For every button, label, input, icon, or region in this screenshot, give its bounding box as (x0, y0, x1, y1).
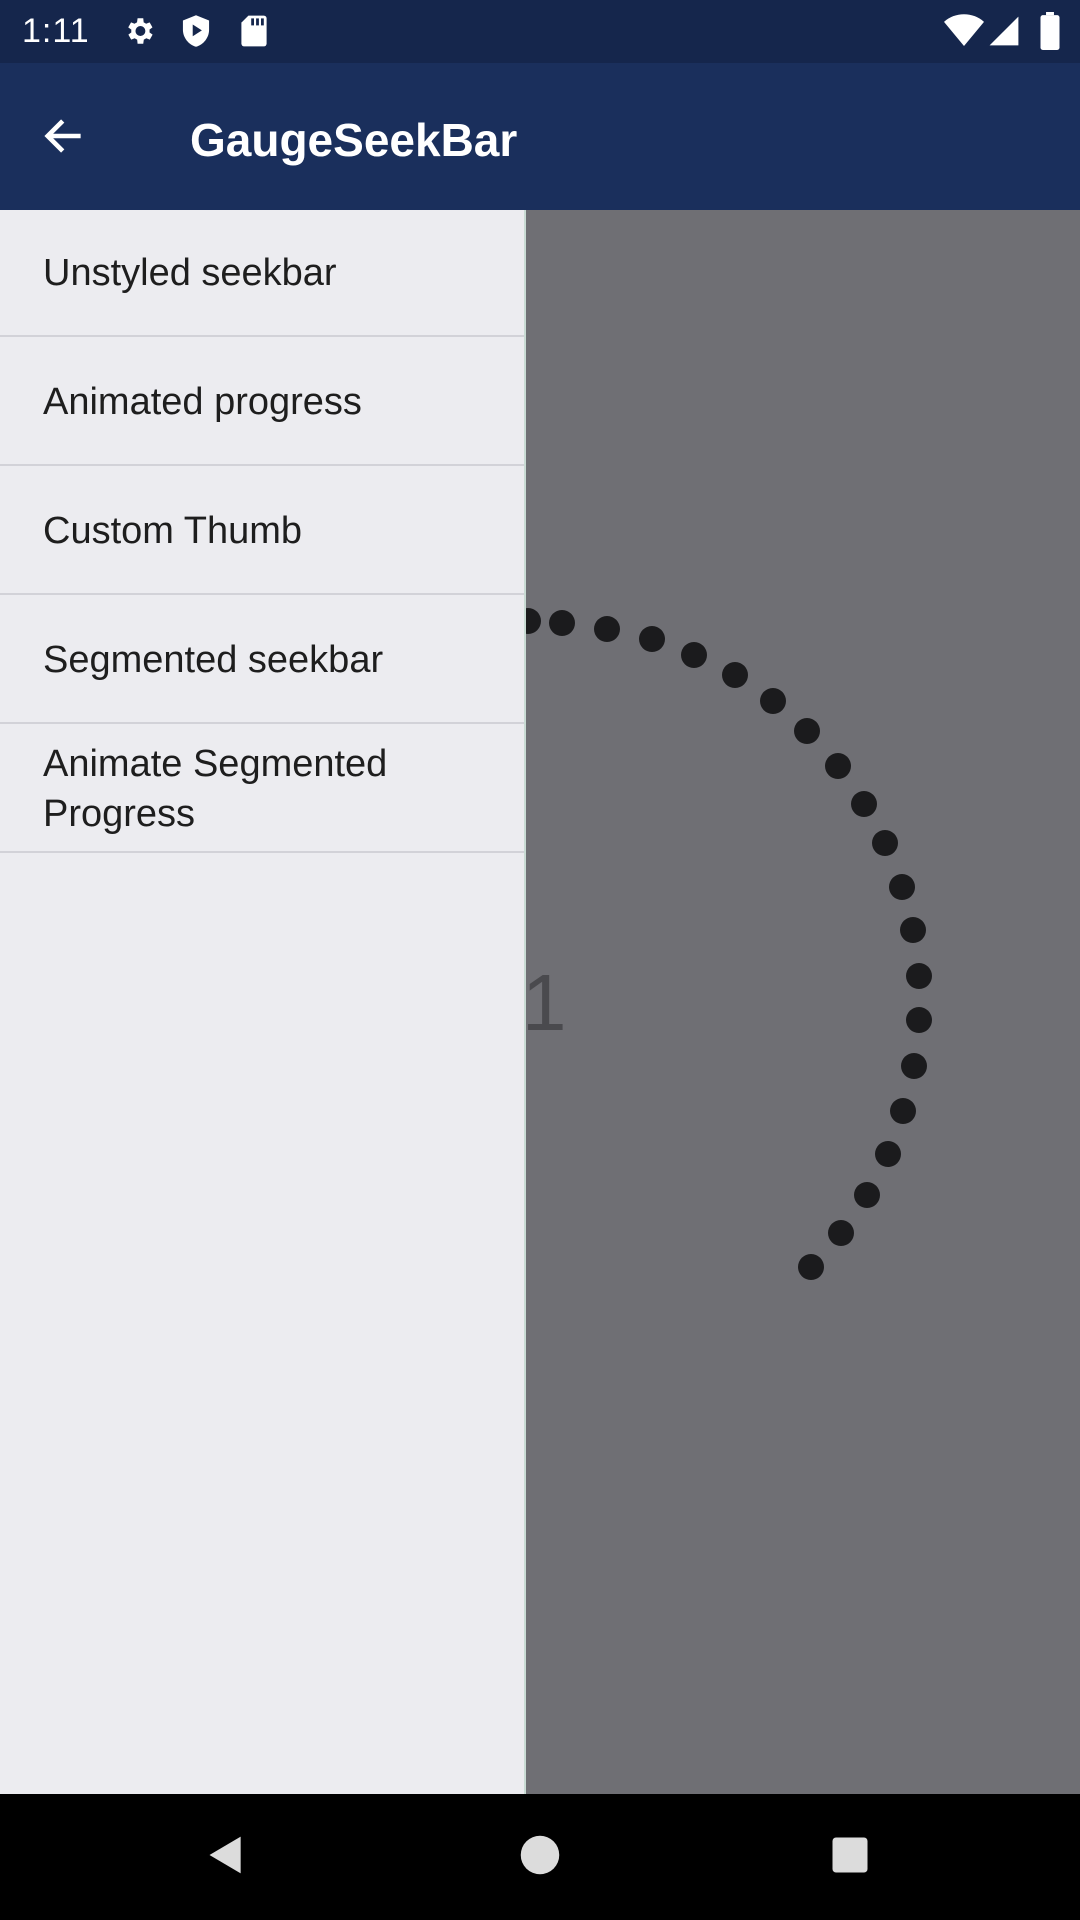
sd-card-icon (240, 14, 268, 53)
drawer-item-label: Custom Thumb (43, 509, 303, 552)
gauge-dot (825, 753, 851, 779)
gauge-dot (639, 626, 665, 652)
drawer-item-animate-segmented-progress[interactable]: Animate Segmented Progress (0, 726, 524, 853)
status-bar: 1:11 (0, 0, 1080, 63)
system-nav-bar (0, 1794, 1080, 1920)
status-time: 1:11 (22, 12, 90, 50)
home-circle-icon (519, 1834, 561, 1881)
back-button[interactable] (30, 105, 96, 171)
drawer-item-label: Segmented seekbar (43, 638, 384, 681)
gauge-dot (900, 917, 926, 943)
gear-icon (122, 14, 156, 53)
gauge-value: 1 (522, 958, 567, 1047)
gauge-dot (794, 718, 820, 744)
drawer-item-unstyled-seekbar[interactable]: Unstyled seekbar (0, 210, 524, 337)
arrow-back-icon (40, 113, 86, 164)
drawer-item-segmented-seekbar[interactable]: Segmented seekbar (0, 597, 524, 724)
gauge-dot (906, 1007, 932, 1033)
gauge-dot (722, 662, 748, 688)
recents-square-icon (829, 1834, 871, 1881)
back-triangle-icon (204, 1833, 248, 1882)
gauge-dot (798, 1254, 824, 1280)
gauge-dot (828, 1220, 854, 1246)
wifi-icon (944, 14, 984, 53)
app-title: GaugeSeekBar (190, 114, 518, 166)
drawer-item-label: Animated progress (43, 380, 362, 423)
gauge-dot (901, 1053, 927, 1079)
drawer-item-custom-thumb[interactable]: Custom Thumb (0, 468, 524, 595)
gauge-dot (889, 874, 915, 900)
gauge-dot (851, 791, 877, 817)
gauge-dot (890, 1098, 916, 1124)
drawer-item-label: Animate Segmented Progress (43, 742, 388, 835)
play-shield-icon (180, 14, 212, 53)
app-bar: GaugeSeekBar (0, 63, 1080, 210)
gauge-dot (594, 616, 620, 642)
nav-back-button[interactable] (196, 1827, 256, 1887)
gauge-dot (872, 830, 898, 856)
signal-icon (988, 14, 1020, 53)
gauge-dot (875, 1141, 901, 1167)
gauge-dot (549, 610, 575, 636)
gauge-dot (760, 688, 786, 714)
drawer-item-label: Unstyled seekbar (43, 251, 337, 294)
nav-recents-button[interactable] (820, 1827, 880, 1887)
drawer-item-animated-progress[interactable]: Animated progress (0, 339, 524, 466)
nav-home-button[interactable] (510, 1827, 570, 1887)
screen: 1:11 GaugeSeekBar 1 Unstyled seekbar Ani… (0, 0, 1080, 1920)
navigation-drawer: Unstyled seekbar Animated progress Custo… (0, 210, 526, 1794)
gauge-dot (906, 963, 932, 989)
battery-icon (1040, 12, 1060, 55)
gauge-dot (681, 642, 707, 668)
gauge-dot (854, 1182, 880, 1208)
